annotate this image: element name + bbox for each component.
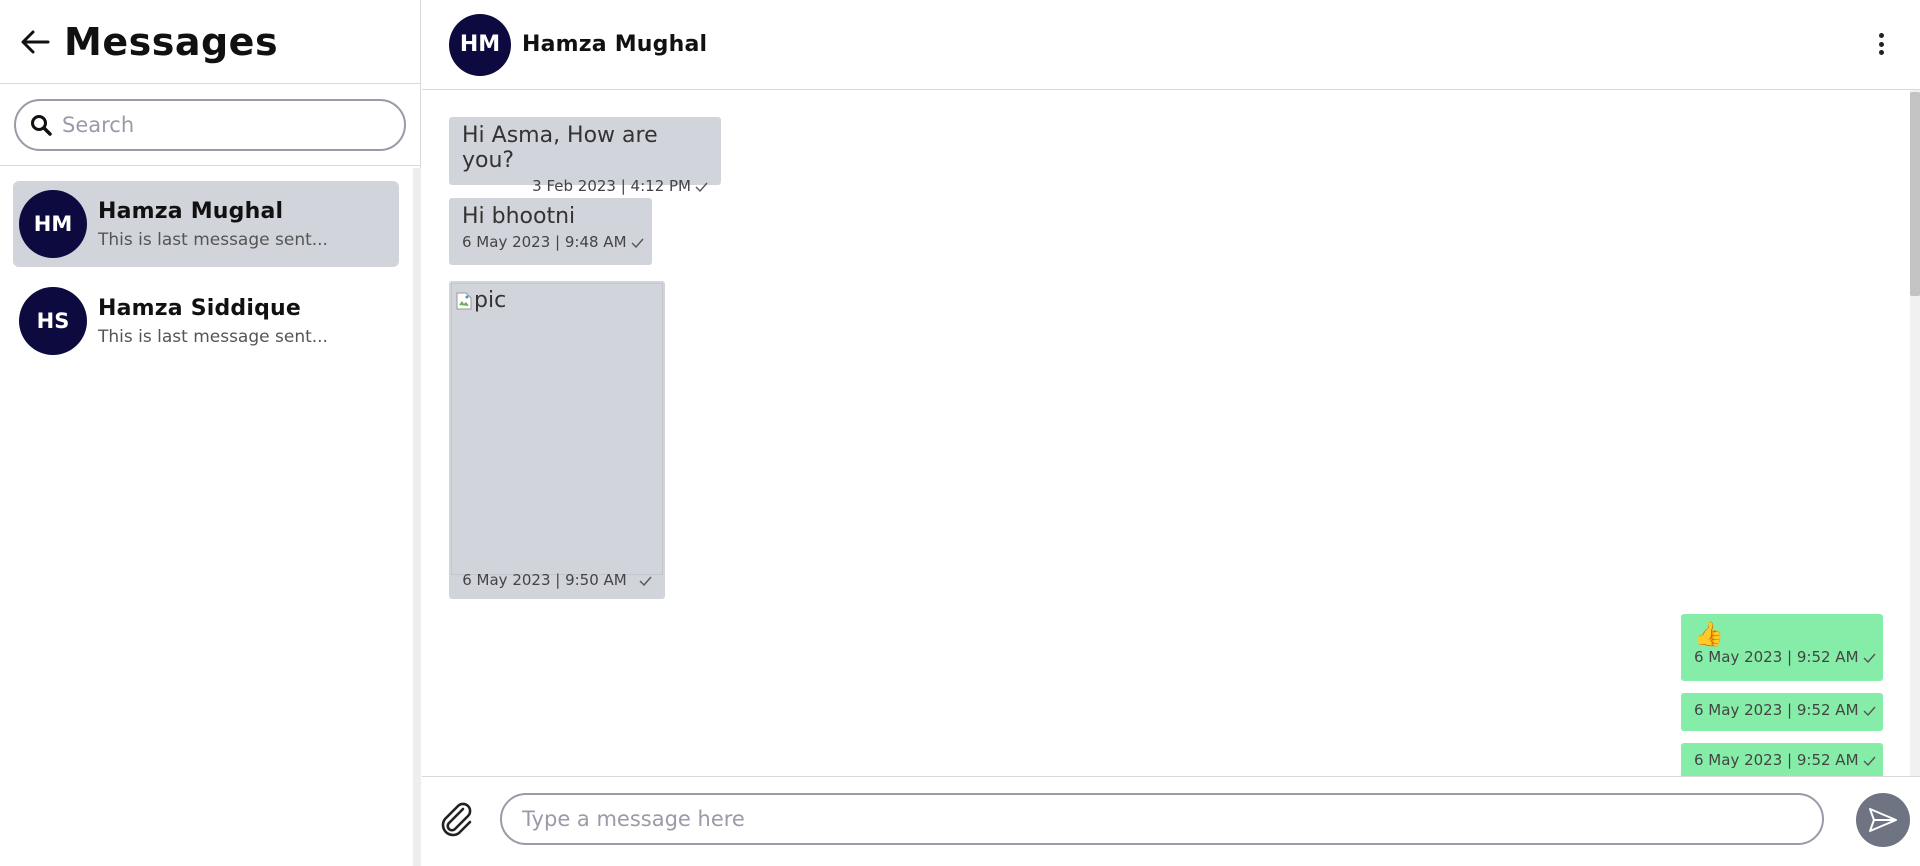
conversation-sidebar: Messages HM Hamza Mughal This is last me… (0, 0, 421, 866)
image-alt-text: pic (474, 288, 507, 313)
image-placeholder: pic (451, 283, 663, 575)
conversation-name: Hamza Siddique (98, 295, 302, 321)
sidebar-scrollbar[interactable] (413, 168, 421, 866)
broken-image: pic (456, 288, 506, 313)
messages-scrollbar-thumb[interactable] (1910, 92, 1920, 296)
message-timestamp: 6 May 2023 | 9:48 AM (462, 233, 644, 251)
conversation-last-message: This is last message sent... (98, 326, 328, 347)
broken-image-icon (456, 292, 472, 309)
arrow-left-icon (21, 30, 50, 53)
check-icon (1863, 706, 1876, 716)
search-box[interactable] (14, 98, 406, 151)
sidebar-header: Messages (0, 0, 420, 84)
message-emoji: 👍 (1694, 620, 1724, 648)
message-timestamp: 3 Feb 2023 | 4:12 PM (462, 177, 708, 195)
check-icon (631, 238, 644, 248)
search-section (0, 84, 420, 166)
message-timestamp: 6 May 2023 | 9:52 AM (1694, 701, 1876, 719)
conversation-item-hamza-mughal[interactable]: HM Hamza Mughal This is last message sen… (13, 181, 399, 267)
message-text: Hi Asma, How are you? (462, 123, 658, 173)
message-bubble-image[interactable]: pic 6 May 2023 | 9:50 AM (449, 281, 665, 599)
check-icon (639, 576, 652, 586)
check-icon (1863, 653, 1876, 663)
conversation-name: Hamza Mughal (98, 198, 284, 224)
conversation-text: Hamza Siddique This is last message sent… (98, 296, 328, 347)
message-timestamp: 6 May 2023 | 9:52 AM (1694, 648, 1876, 666)
message-timestamp: 6 May 2023 | 9:52 AM (1694, 751, 1876, 769)
chat-panel: HM Hamza Mughal Hi Asma, How are you? 3 … (422, 0, 1920, 866)
message-timestamp: 6 May 2023 | 9:50 AM (449, 571, 665, 589)
conversation-last-message: This is last message sent... (98, 229, 328, 250)
conversation-text: Hamza Mughal This is last message sent..… (98, 199, 328, 250)
search-icon (31, 114, 52, 136)
kebab-menu-icon[interactable] (1876, 33, 1886, 55)
conversation-list: HM Hamza Mughal This is last message sen… (0, 168, 421, 866)
paperclip-icon (441, 802, 472, 837)
message-list: Hi Asma, How are you? 3 Feb 2023 | 4:12 … (422, 90, 1920, 776)
message-bubble-outgoing: 6 May 2023 | 9:52 AM (1681, 693, 1883, 731)
message-bubble-incoming: Hi Asma, How are you? 3 Feb 2023 | 4:12 … (449, 117, 721, 195)
check-icon (695, 182, 708, 192)
search-input[interactable] (62, 112, 382, 137)
check-icon (1863, 756, 1876, 766)
message-bubble-outgoing: 6 May 2023 | 9:52 AM (1681, 743, 1883, 776)
conversation-item-hamza-siddique[interactable]: HS Hamza Siddique This is last message s… (13, 278, 399, 364)
message-bubble-incoming: Hi bhootni 6 May 2023 | 9:48 AM (449, 198, 652, 265)
attach-button[interactable] (436, 797, 476, 837)
message-text: Hi bhootni (462, 204, 576, 229)
send-button[interactable] (1856, 793, 1910, 847)
message-bubble-outgoing: 👍 6 May 2023 | 9:52 AM (1681, 614, 1883, 681)
page-title: Messages (64, 19, 279, 64)
chat-header: HM Hamza Mughal (422, 0, 1920, 90)
chat-contact-name: Hamza Mughal (522, 32, 708, 57)
send-icon (1869, 808, 1897, 832)
message-input[interactable] (500, 793, 1824, 845)
message-composer (422, 776, 1920, 866)
avatar: HM (449, 13, 511, 76)
avatar: HS (19, 287, 87, 355)
avatar: HM (19, 190, 87, 258)
back-button[interactable] (18, 25, 52, 59)
